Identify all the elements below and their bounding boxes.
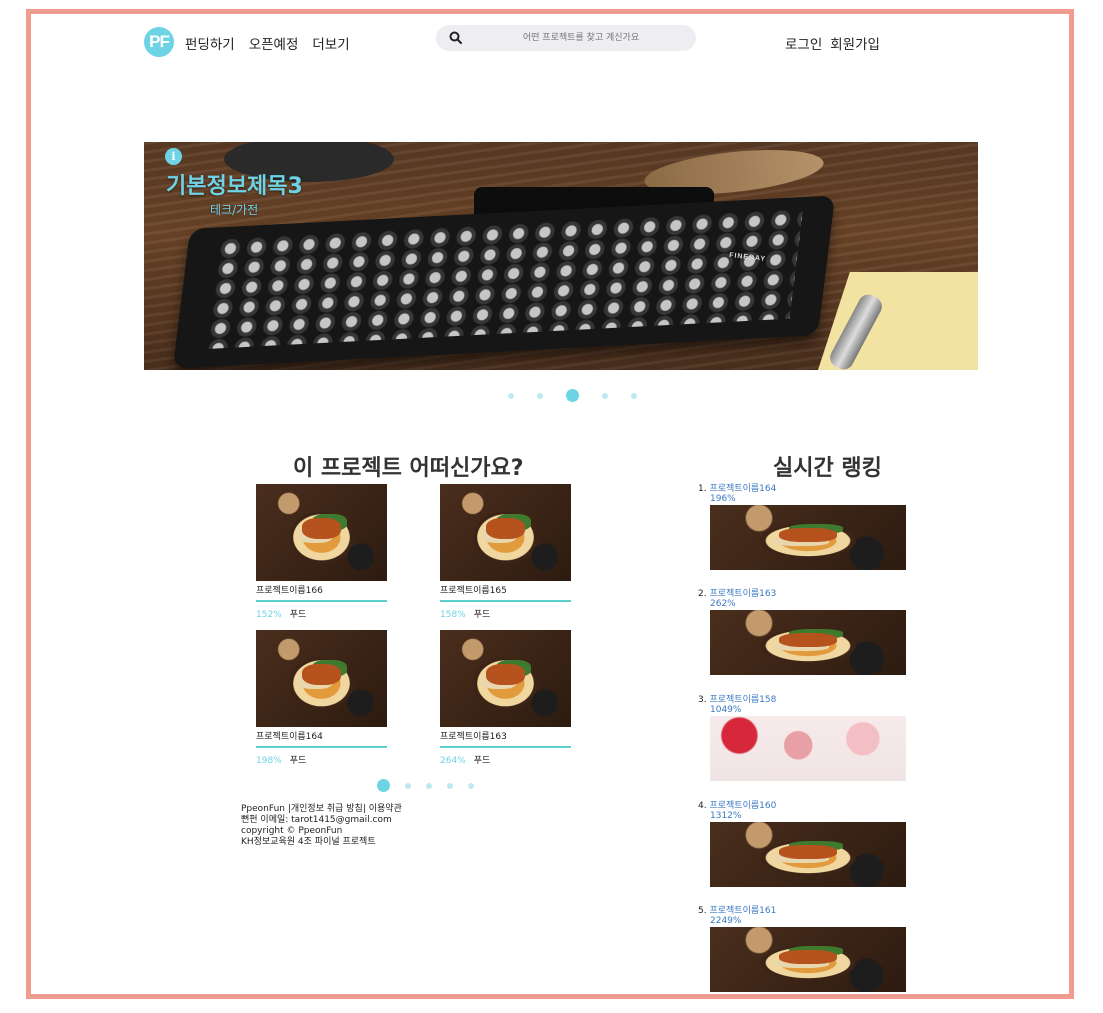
- auth-nav: 로그인 회원가입: [785, 33, 888, 53]
- ranking-item[interactable]: 4. 프로젝트이름160 1312%: [698, 798, 908, 887]
- rank-project-link[interactable]: 프로젝트이름158: [709, 695, 776, 705]
- project-thumbnail[interactable]: [256, 630, 387, 727]
- rank-percent: 262%: [710, 599, 736, 609]
- banner-category: 테크/가전: [210, 203, 259, 217]
- project-name[interactable]: 프로젝트이름163: [440, 729, 571, 742]
- project-thumbnail[interactable]: [440, 630, 571, 727]
- rank-thumbnail[interactable]: [710, 927, 906, 992]
- progress-bar: [256, 746, 387, 748]
- login-link[interactable]: 로그인: [785, 37, 822, 53]
- footer-credit: KH정보교육원 4조 파이널 프로젝트: [241, 837, 376, 847]
- rank-project-link[interactable]: 프로젝트이름161: [709, 906, 776, 916]
- project-name[interactable]: 프로젝트이름164: [256, 729, 387, 742]
- funding-percent: 158%: [440, 610, 466, 620]
- progress-bar: [256, 600, 387, 602]
- rank-thumbnail[interactable]: [710, 505, 906, 570]
- search-bar: [436, 25, 696, 51]
- banner-dot-4[interactable]: [602, 392, 608, 399]
- search-icon[interactable]: [448, 30, 464, 46]
- recommend-dot-5[interactable]: [468, 782, 474, 789]
- nav-upcoming[interactable]: 오픈예정: [249, 37, 299, 53]
- footer-links[interactable]: PpeonFun |개인정보 취급 방침| 이용약관: [241, 804, 402, 815]
- banner-title[interactable]: 기본정보제목3: [166, 168, 303, 200]
- ranking-item[interactable]: 1. 프로젝트이름164 196%: [698, 481, 908, 570]
- project-category: 푸드: [289, 610, 307, 620]
- recommend-dot-2[interactable]: [405, 782, 411, 789]
- rank-number: 1.: [698, 484, 707, 494]
- project-category: 푸드: [289, 756, 307, 766]
- funding-percent: 152%: [256, 610, 282, 620]
- hero-banner[interactable]: FINEDAY i 기본정보제목3 테크/가전: [144, 142, 978, 370]
- banner-pagination: [508, 389, 660, 402]
- recommend-heading: 이 프로젝트 어떠신가요?: [293, 456, 524, 481]
- project-card[interactable]: 프로젝트이름166 152% 푸드: [256, 484, 387, 620]
- recommend-dot-1[interactable]: [377, 779, 390, 792]
- footer-email: 뻔펀 이메일: tarot1415@gmail.com: [241, 815, 392, 825]
- ranking-item[interactable]: 3. 프로젝트이름158 1049%: [698, 692, 908, 781]
- rank-number: 5.: [698, 906, 707, 916]
- rank-percent: 1049%: [710, 705, 742, 715]
- rank-percent: 1312%: [710, 811, 742, 821]
- nav-funding[interactable]: 펀딩하기: [185, 37, 235, 53]
- project-name[interactable]: 프로젝트이름166: [256, 583, 387, 596]
- ranking-heading: 실시간 랭킹: [773, 456, 882, 481]
- logo[interactable]: PF: [144, 27, 174, 57]
- funding-percent: 198%: [256, 756, 282, 766]
- banner-dot-5[interactable]: [631, 392, 637, 399]
- banner-dot-1[interactable]: [508, 392, 514, 399]
- rank-project-link[interactable]: 프로젝트이름164: [709, 484, 776, 494]
- ranking-item[interactable]: 2. 프로젝트이름163 262%: [698, 586, 908, 675]
- project-card[interactable]: 프로젝트이름163 264% 푸드: [440, 630, 571, 766]
- project-category: 푸드: [473, 610, 491, 620]
- project-card[interactable]: 프로젝트이름165 158% 푸드: [440, 484, 571, 620]
- footer-copyright: copyright © PpeonFun: [241, 826, 343, 836]
- recommend-dot-4[interactable]: [447, 782, 453, 789]
- project-thumbnail[interactable]: [440, 484, 571, 581]
- funding-percent: 264%: [440, 756, 466, 766]
- project-thumbnail[interactable]: [256, 484, 387, 581]
- banner-dot-2[interactable]: [537, 392, 543, 399]
- progress-bar: [440, 746, 571, 748]
- recommend-dot-3[interactable]: [426, 782, 432, 789]
- rank-thumbnail[interactable]: [710, 610, 906, 675]
- ranking-item[interactable]: 5. 프로젝트이름161 2249%: [698, 903, 908, 992]
- project-card[interactable]: 프로젝트이름164 198% 푸드: [256, 630, 387, 766]
- rank-thumbnail[interactable]: [710, 822, 906, 887]
- rank-percent: 2249%: [710, 916, 742, 926]
- recommend-pagination: [377, 779, 489, 792]
- info-icon[interactable]: i: [165, 148, 182, 165]
- rank-thumbnail[interactable]: [710, 716, 906, 781]
- rank-percent: 196%: [710, 494, 736, 504]
- banner-dot-3[interactable]: [566, 389, 579, 402]
- project-name[interactable]: 프로젝트이름165: [440, 583, 571, 596]
- search-input[interactable]: [476, 28, 686, 48]
- progress-bar: [440, 600, 571, 602]
- nav-more[interactable]: 더보기: [312, 37, 349, 53]
- page-frame: PF 펀딩하기 오픈예정 더보기 로그인 회원가입 FINEDAY i 기본정보제목3…: [26, 9, 1074, 999]
- rank-number: 3.: [698, 695, 707, 705]
- main-nav: 펀딩하기 오픈예정 더보기: [185, 33, 364, 53]
- rank-project-link[interactable]: 프로젝트이름160: [709, 801, 776, 811]
- project-category: 푸드: [473, 756, 491, 766]
- rank-project-link[interactable]: 프로젝트이름163: [709, 589, 776, 599]
- rank-number: 2.: [698, 589, 707, 599]
- signup-link[interactable]: 회원가입: [830, 37, 880, 53]
- rank-number: 4.: [698, 801, 707, 811]
- site-footer: PpeonFun |개인정보 취급 방침| 이용약관 뻔펀 이메일: tarot…: [241, 804, 402, 848]
